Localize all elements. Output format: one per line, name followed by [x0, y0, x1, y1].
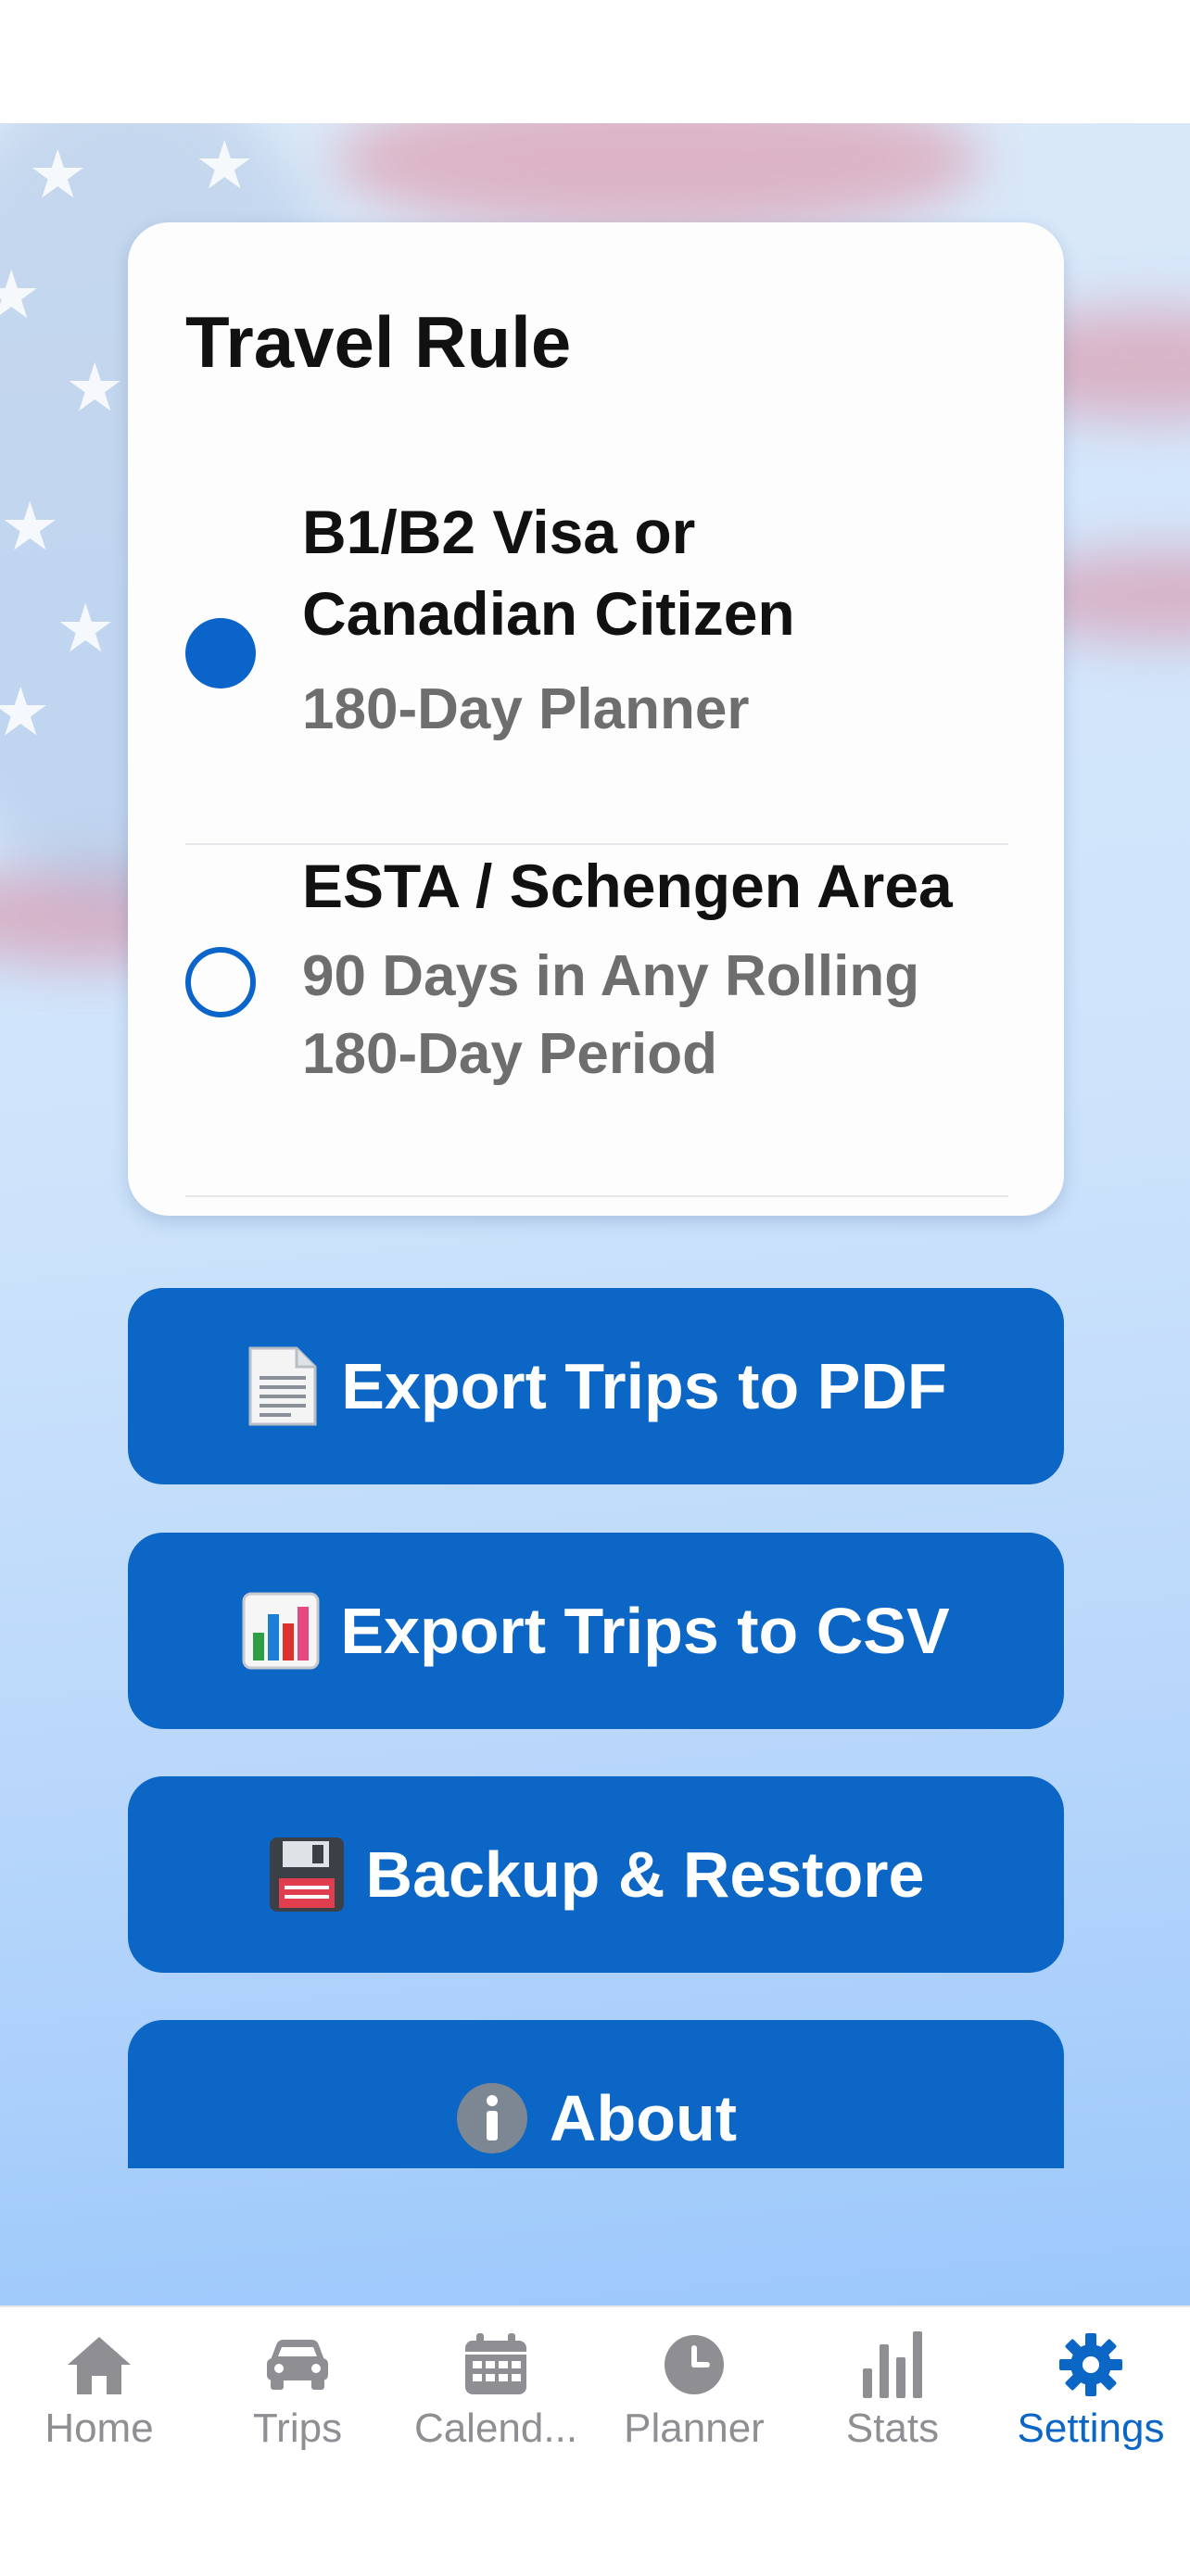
option-esta-title: ESTA / Schengen Area: [302, 852, 953, 920]
about-button[interactable]: About: [128, 2020, 1064, 2168]
tab-label: Home: [44, 2406, 154, 2451]
option-b1b2-visa[interactable]: B1/B2 Visa or Canadian Citizen 180-Day P…: [185, 491, 1008, 845]
bottom-tab-bar: Home Trips Calend... Planner Stats Setti…: [0, 2305, 1190, 2576]
export-csv-button[interactable]: Export Trips to CSV: [128, 1533, 1064, 1729]
tab-settings[interactable]: Settings: [992, 2307, 1190, 2474]
option-title-line2: Canadian Citizen: [302, 579, 795, 648]
export-csv-label: Export Trips to CSV: [340, 1595, 950, 1667]
document-icon: [245, 1345, 321, 1428]
radio-unselected-circle[interactable]: [185, 947, 256, 1017]
option-title-line1: B1/B2 Visa or: [302, 498, 696, 566]
option-esta-subtitle-line2: 180-Day Period: [302, 1022, 717, 1086]
calendar-icon: [463, 2331, 528, 2398]
clock-icon: [664, 2331, 725, 2398]
floppy-disk-icon: [268, 1836, 346, 1913]
tab-label: Stats: [845, 2406, 940, 2451]
bar-chart-icon: [242, 1592, 320, 1670]
tab-planner[interactable]: Planner: [595, 2307, 793, 2474]
tab-label: Planner: [624, 2406, 765, 2451]
option-esta-schengen-text: ESTA / Schengen Area 90 Days in Any Roll…: [185, 845, 1008, 1195]
export-pdf-button[interactable]: Export Trips to PDF: [128, 1288, 1064, 1484]
info-icon: [455, 2081, 529, 2155]
option-esta-subtitle-line1: 90 Days in Any Rolling: [302, 944, 920, 1008]
radio-selected[interactable]: [185, 618, 256, 688]
backup-restore-label: Backup & Restore: [365, 1838, 925, 1911]
car-icon: [265, 2331, 330, 2398]
stats-icon: [861, 2331, 924, 2398]
tab-label: Trips: [252, 2406, 343, 2451]
tab-trips[interactable]: Trips: [198, 2307, 397, 2474]
tab-label: Calend...: [413, 2406, 578, 2451]
backup-restore-button[interactable]: Backup & Restore: [128, 1776, 1064, 1973]
tab-home[interactable]: Home: [0, 2307, 198, 2474]
tab-calendar[interactable]: Calend...: [397, 2307, 595, 2474]
about-label: About: [549, 2082, 738, 2154]
option-subtitle: 180-Day Planner: [302, 677, 750, 741]
tab-stats[interactable]: Stats: [793, 2307, 992, 2474]
home-icon: [64, 2331, 134, 2398]
export-pdf-label: Export Trips to PDF: [341, 1350, 947, 1422]
tab-label: Settings: [1017, 2406, 1165, 2451]
gear-icon: [1058, 2331, 1123, 2398]
travel-rule-title: Travel Rule: [185, 301, 572, 383]
status-bar: [0, 0, 1190, 123]
